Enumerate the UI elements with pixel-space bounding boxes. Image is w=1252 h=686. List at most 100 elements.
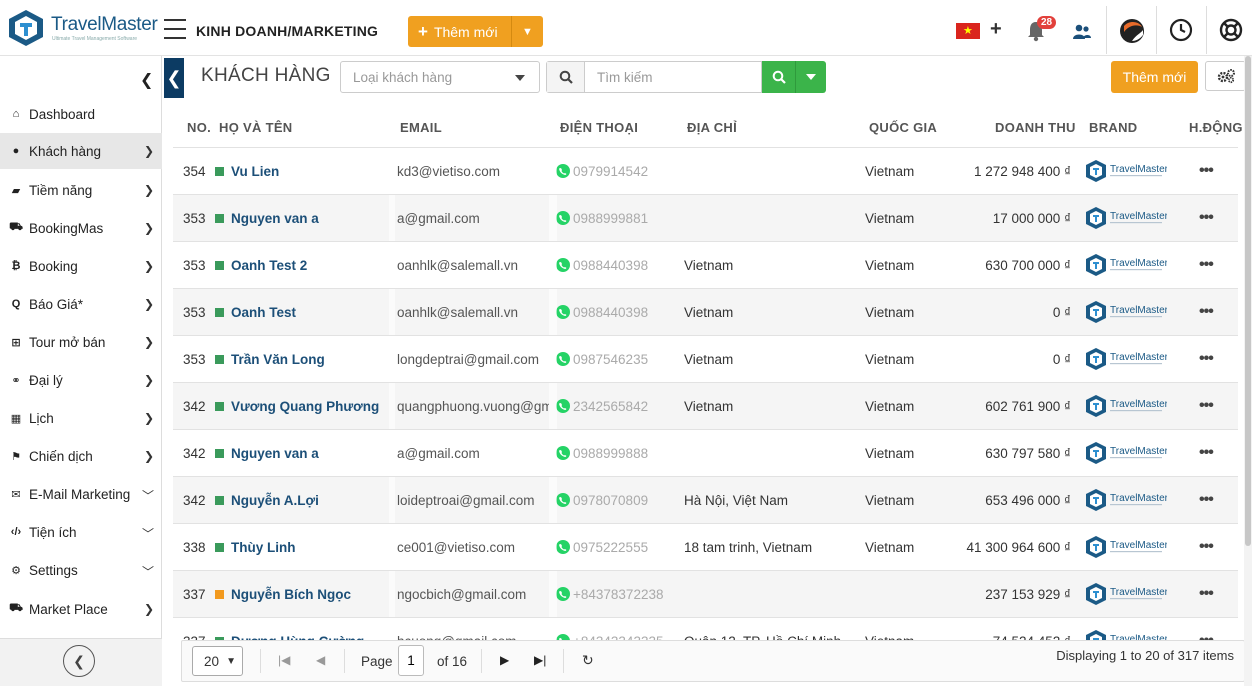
table-row[interactable]: 353 Oanh Test oanhlk@salemall.vn 0988440398…: [173, 288, 1238, 335]
chevron-right-icon: ❯: [143, 373, 154, 387]
more-actions-icon[interactable]: •••: [1199, 383, 1219, 429]
column-header[interactable]: HỌ VÀ TÊN: [219, 120, 292, 135]
column-header[interactable]: DOANH THU: [995, 120, 1076, 135]
customer-name-link[interactable]: Vu Lien: [231, 148, 389, 194]
app-logo[interactable]: TravelMaster Ultimate Travel Management …: [6, 8, 158, 50]
column-header[interactable]: ĐIỆN THOẠI: [560, 120, 638, 135]
more-actions-icon[interactable]: •••: [1199, 430, 1219, 476]
user-avatar[interactable]: [1106, 6, 1154, 54]
search-submit-button[interactable]: [762, 61, 796, 93]
column-header[interactable]: ĐỊA CHỈ: [687, 120, 737, 135]
previous-page-icon[interactable]: ◀: [316, 653, 325, 667]
customer-name-link[interactable]: Dương Hùng Cường: [231, 618, 389, 641]
customer-phone[interactable]: 0979914542: [556, 148, 668, 194]
sidebar-item[interactable]: ⚭ Đại lý ❯: [0, 362, 162, 398]
customer-country: Vietnam: [865, 398, 915, 414]
back-circle-icon[interactable]: ❮: [63, 645, 95, 677]
chevron-down-icon[interactable]: ▼: [512, 16, 543, 47]
scrollbar-thumb[interactable]: [1245, 56, 1251, 546]
more-actions-icon[interactable]: •••: [1199, 477, 1219, 523]
customer-phone[interactable]: 0988999888: [556, 430, 668, 476]
customer-name-link[interactable]: Oanh Test: [231, 289, 389, 335]
customer-phone[interactable]: 0987546235: [556, 336, 668, 382]
customer-phone[interactable]: 0975222555: [556, 524, 668, 570]
users-icon[interactable]: [1072, 22, 1092, 42]
customer-name-link[interactable]: Nguyen van a: [231, 430, 389, 476]
table-row[interactable]: 342 Nguyễn A.Lợi loideptroai@gmail.com 0978…: [173, 476, 1238, 523]
next-page-icon[interactable]: ▶: [500, 653, 509, 667]
more-actions-icon[interactable]: •••: [1199, 524, 1219, 570]
sidebar-item[interactable]: ● Khách hàng ❯: [0, 133, 162, 169]
table-row[interactable]: 342 Nguyen van a a@gmail.com 0988999888 Viet…: [173, 429, 1238, 476]
sidebar-item[interactable]: ▦ Lịch ❯: [0, 400, 162, 436]
sidebar-item[interactable]: ⚑ Chiến dịch ❯: [0, 438, 162, 474]
more-actions-icon[interactable]: •••: [1199, 148, 1219, 194]
sidebar-item[interactable]: ‹/› Tiện ích ﹀: [0, 514, 162, 550]
column-settings-button[interactable]: [1205, 61, 1246, 91]
customer-phone[interactable]: 2342565842: [556, 383, 668, 429]
row-number: 342: [183, 398, 206, 414]
more-actions-icon[interactable]: •••: [1199, 195, 1219, 241]
add-new-dropdown-button[interactable]: + Thêm mới ▼: [408, 16, 543, 47]
search-options-button[interactable]: [796, 61, 826, 93]
customer-name-link[interactable]: Nguyễn Bích Ngọc: [231, 571, 389, 617]
vietnam-flag-icon[interactable]: ★: [956, 23, 980, 39]
column-header[interactable]: NO.: [187, 120, 211, 135]
search-input[interactable]: [587, 62, 759, 92]
add-new-main-button[interactable]: + Thêm mới: [408, 16, 512, 47]
customer-name-link[interactable]: Nguyen van a: [231, 195, 389, 241]
page-scrollbar[interactable]: [1244, 56, 1252, 686]
more-actions-icon[interactable]: •••: [1199, 242, 1219, 288]
sidebar-item[interactable]: ▰ Tiềm năng ❯: [0, 172, 162, 208]
more-actions-icon[interactable]: •••: [1199, 571, 1219, 617]
customer-name-link[interactable]: Trần Văn Long: [231, 336, 389, 382]
sidebar-item[interactable]: ₿ Booking ❯: [0, 248, 162, 284]
sidebar-collapse-icon[interactable]: ❮: [140, 70, 153, 90]
customer-name-link[interactable]: Nguyễn A.Lợi: [231, 477, 389, 523]
customer-phone[interactable]: 0978070809: [556, 477, 668, 523]
sidebar-item[interactable]: ⌂ Dashboard: [0, 96, 162, 132]
customer-phone[interactable]: +84343343335: [556, 618, 668, 640]
history-button[interactable]: [1156, 6, 1204, 54]
customer-name-link[interactable]: Vương Quang Phương: [231, 383, 389, 429]
more-actions-icon[interactable]: •••: [1199, 618, 1219, 640]
page-size-select[interactable]: 20 ▼: [192, 646, 243, 676]
customer-name-link[interactable]: Thùy Linh: [231, 524, 389, 570]
table-row[interactable]: 354 Vu Lien kd3@vietiso.com 0979914542 Vietn…: [173, 147, 1238, 194]
sidebar-item[interactable]: ⊞ Tour mở bán ❯: [0, 324, 162, 360]
customer-name-link[interactable]: Oanh Test 2: [231, 242, 389, 288]
customer-phone[interactable]: +84378372238: [556, 571, 668, 617]
customer-email: longdeptrai@gmail.com: [397, 351, 540, 367]
page-number-input[interactable]: [398, 645, 424, 676]
customer-phone[interactable]: 0988440398: [556, 289, 668, 335]
sidebar-item[interactable]: ⚙ Settings ﹀: [0, 552, 162, 588]
sidebar-item[interactable]: ⛟ BookingMas ❯: [0, 210, 162, 246]
customer-phone[interactable]: 0988440398: [556, 242, 668, 288]
customer-type-select[interactable]: Loại khách hàng: [340, 61, 540, 93]
panel-toggle-icon[interactable]: ❮: [164, 58, 184, 98]
sidebar-item[interactable]: ✉ E-Mail Marketing ﹀: [0, 476, 162, 512]
column-header[interactable]: H.ĐỘNG: [1189, 120, 1243, 135]
table-row[interactable]: 337 Nguyễn Bích Ngọc ngocbich@gmail.com +84…: [173, 570, 1238, 617]
refresh-icon[interactable]: ↻: [582, 652, 594, 669]
add-customer-button[interactable]: Thêm mới: [1111, 61, 1198, 93]
quick-add-icon[interactable]: +: [990, 18, 1002, 41]
table-row[interactable]: 353 Nguyen van a a@gmail.com 0988999881 Viet…: [173, 194, 1238, 241]
column-header[interactable]: EMAIL: [400, 120, 442, 135]
table-row[interactable]: 342 Vương Quang Phương quangphuong.vuong@g…: [173, 382, 1238, 429]
first-page-icon[interactable]: |◀: [278, 653, 290, 667]
more-actions-icon[interactable]: •••: [1199, 289, 1219, 335]
support-button[interactable]: [1206, 6, 1252, 54]
column-header[interactable]: QUỐC GIA: [869, 120, 937, 135]
last-page-icon[interactable]: ▶|: [534, 653, 546, 667]
customer-phone[interactable]: 0988999881: [556, 195, 668, 241]
table-row[interactable]: 353 Oanh Test 2 oanhlk@salemall.vn 09884403…: [173, 241, 1238, 288]
sidebar-item[interactable]: ⛟ Market Place ❯: [0, 591, 162, 627]
table-row[interactable]: 337 Dương Hùng Cường hcuong@gmail.com +8434…: [173, 617, 1238, 640]
more-actions-icon[interactable]: •••: [1199, 336, 1219, 382]
table-row[interactable]: 353 Trần Văn Long longdeptrai@gmail.com 098…: [173, 335, 1238, 382]
sidebar-item[interactable]: Q Báo Giá* ❯: [0, 286, 162, 322]
table-row[interactable]: 338 Thùy Linh ce001@vietiso.com 0975222555 1…: [173, 523, 1238, 570]
column-header[interactable]: BRAND: [1089, 120, 1137, 135]
menu-toggle-icon[interactable]: [164, 19, 186, 39]
